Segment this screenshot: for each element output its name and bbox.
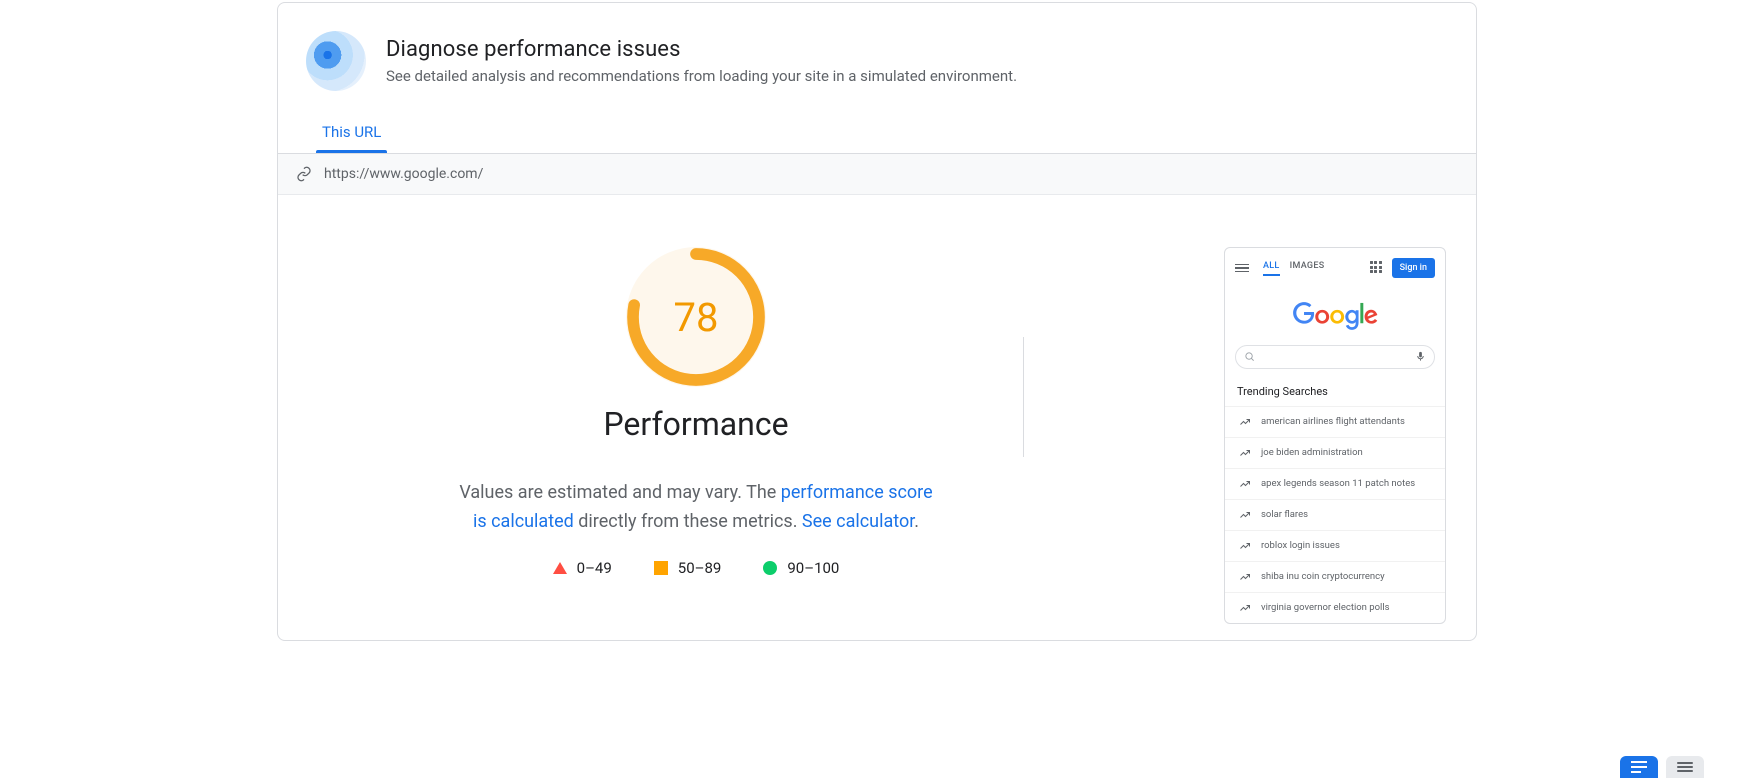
- trend-label: joe biden administration: [1261, 447, 1363, 458]
- trending-list: american airlines flight attendants joe b…: [1225, 406, 1445, 623]
- trending-icon: [1239, 478, 1251, 490]
- trending-icon: [1239, 509, 1251, 521]
- hamburger-icon[interactable]: [1235, 264, 1249, 273]
- trending-icon: [1239, 416, 1251, 428]
- header-subtitle: See detailed analysis and recommendation…: [386, 67, 1017, 85]
- circle-icon: [763, 561, 777, 575]
- trend-item[interactable]: solar flares: [1225, 499, 1445, 530]
- card-header: Diagnose performance issues See detailed…: [278, 3, 1476, 113]
- url-bar: https://www.google.com/: [278, 154, 1476, 195]
- search-icon: [1244, 351, 1255, 362]
- preview-tabs: ALL IMAGES: [1263, 261, 1362, 276]
- trend-label: apex legends season 11 patch notes: [1261, 478, 1415, 489]
- google-logo: [1225, 284, 1445, 345]
- mic-icon[interactable]: [1415, 351, 1426, 362]
- performance-score: 78: [626, 247, 766, 387]
- trend-item[interactable]: apex legends season 11 patch notes: [1225, 468, 1445, 499]
- link-icon: [296, 166, 312, 182]
- trend-label: solar flares: [1261, 509, 1308, 520]
- content: 78 Performance Values are estimated and …: [278, 195, 1476, 640]
- performance-gauge: 78: [626, 247, 766, 387]
- preview-tab-images[interactable]: IMAGES: [1290, 261, 1325, 276]
- trend-label: virginia governor election polls: [1261, 602, 1390, 613]
- legend-good-label: 90–100: [787, 559, 839, 577]
- desc-period: .: [914, 511, 919, 532]
- lighthouse-icon: [306, 31, 366, 91]
- legend-bad: 0–49: [553, 559, 612, 577]
- trend-item[interactable]: virginia governor election polls: [1225, 592, 1445, 623]
- preview-tab-all[interactable]: ALL: [1263, 261, 1280, 276]
- performance-description: Values are estimated and may vary. The p…: [456, 479, 936, 537]
- header-title: Diagnose performance issues: [386, 37, 1017, 62]
- trend-label: shiba inu coin cryptocurrency: [1261, 571, 1385, 582]
- legend-good: 90–100: [763, 559, 839, 577]
- trend-item[interactable]: american airlines flight attendants: [1225, 406, 1445, 437]
- trending-icon: [1239, 602, 1251, 614]
- preview-search-input[interactable]: [1235, 345, 1435, 369]
- tabs: This URL: [278, 113, 1476, 154]
- see-calculator-link[interactable]: See calculator: [802, 511, 914, 532]
- trend-label: roblox login issues: [1261, 540, 1340, 551]
- floating-actions: [1620, 756, 1704, 778]
- preview-card: ALL IMAGES Sign in Trending Searches a: [1224, 247, 1446, 624]
- trending-icon: [1239, 540, 1251, 552]
- apps-icon[interactable]: [1370, 261, 1384, 275]
- performance-card: Diagnose performance issues See detailed…: [277, 2, 1477, 641]
- square-icon: [654, 561, 668, 575]
- fab-secondary[interactable]: [1666, 756, 1704, 778]
- preview-topbar: ALL IMAGES Sign in: [1225, 248, 1445, 284]
- legend-bad-label: 0–49: [577, 559, 612, 577]
- score-legend: 0–49 50–89 90–100: [308, 559, 1084, 577]
- fab-primary[interactable]: [1620, 756, 1658, 778]
- triangle-icon: [553, 562, 567, 574]
- url-text: https://www.google.com/: [324, 166, 483, 182]
- trend-item[interactable]: joe biden administration: [1225, 437, 1445, 468]
- tab-this-url[interactable]: This URL: [308, 113, 395, 153]
- trending-title: Trending Searches: [1225, 379, 1445, 406]
- desc-text-2: directly from these metrics.: [574, 511, 802, 532]
- legend-mid: 50–89: [654, 559, 722, 577]
- performance-summary: 78 Performance Values are estimated and …: [308, 247, 1084, 624]
- page-preview: ALL IMAGES Sign in Trending Searches a: [1224, 247, 1446, 624]
- sign-in-button[interactable]: Sign in: [1392, 258, 1435, 278]
- trend-item[interactable]: roblox login issues: [1225, 530, 1445, 561]
- trend-item[interactable]: shiba inu coin cryptocurrency: [1225, 561, 1445, 592]
- header-text: Diagnose performance issues See detailed…: [386, 37, 1017, 85]
- trending-icon: [1239, 447, 1251, 459]
- desc-text-1: Values are estimated and may vary. The: [459, 482, 780, 503]
- legend-mid-label: 50–89: [678, 559, 722, 577]
- trending-icon: [1239, 571, 1251, 583]
- performance-title: Performance: [308, 405, 1084, 443]
- trend-label: american airlines flight attendants: [1261, 416, 1405, 427]
